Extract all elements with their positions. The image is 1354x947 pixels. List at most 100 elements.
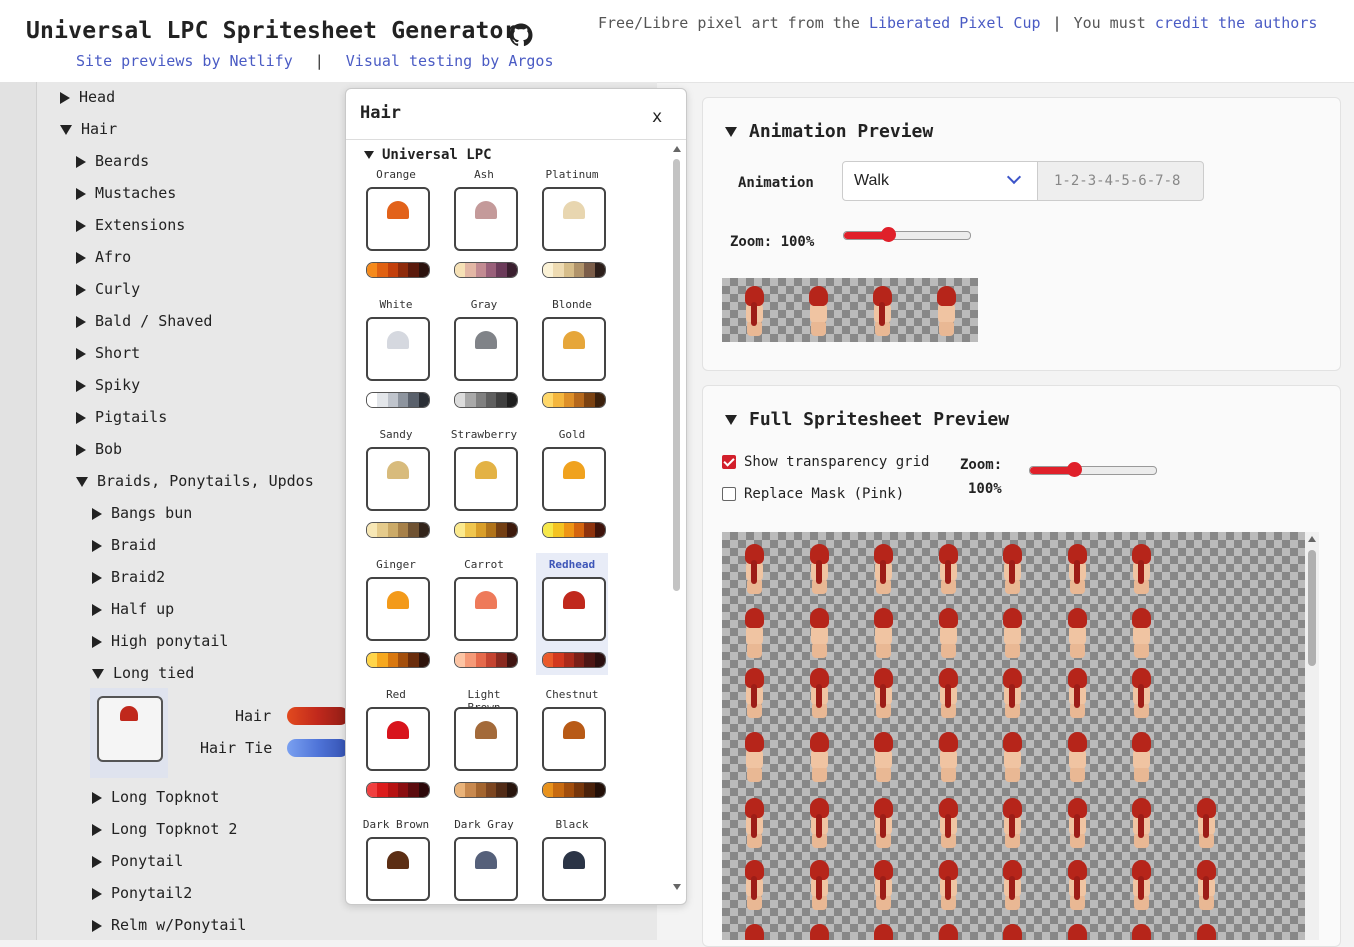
credit-authors-link[interactable]: credit the authors xyxy=(1155,14,1318,32)
tree-item[interactable]: Half up xyxy=(92,600,174,618)
hair-variant-carrot[interactable]: Carrot xyxy=(448,553,520,675)
hair-variant-black[interactable]: Black xyxy=(536,813,608,904)
tree-item[interactable]: Braids, Ponytails, Updos xyxy=(76,472,314,490)
hair-variant-orange[interactable]: Orange xyxy=(360,163,432,285)
palette-swatch xyxy=(475,523,486,537)
tree-item[interactable]: Spiky xyxy=(76,376,140,394)
scroll-up-icon[interactable] xyxy=(1308,536,1316,542)
character-sprite xyxy=(992,544,1032,598)
spritesheet-scrollbar[interactable] xyxy=(1305,532,1319,940)
hair-variant-light-brown[interactable]: Light Brown xyxy=(448,683,520,805)
universal-lpc-section-toggle[interactable]: Universal LPC xyxy=(364,147,492,163)
palette-swatch xyxy=(543,523,554,537)
hair-variant-red[interactable]: Red xyxy=(360,683,432,805)
tree-item[interactable]: Relm w/Ponytail xyxy=(92,916,246,934)
spritesheet-scrollbar-thumb[interactable] xyxy=(1308,550,1316,666)
animation-preview-toggle[interactable]: Animation Preview xyxy=(725,121,933,142)
dialog-close-button[interactable]: x xyxy=(652,107,662,127)
full-preview-toggle[interactable]: Full Spritesheet Preview xyxy=(725,409,1009,430)
tree-item[interactable]: Curly xyxy=(76,280,140,298)
hair-icon xyxy=(387,461,409,479)
triangle-right-icon xyxy=(76,155,86,168)
dialog-scrollbar-thumb[interactable] xyxy=(673,159,680,591)
tree-item[interactable]: Mustaches xyxy=(76,184,176,202)
tree-item[interactable]: High ponytail xyxy=(92,632,228,650)
hair-tie-color-swatch[interactable] xyxy=(287,739,349,757)
transparency-grid-label: Show transparency grid xyxy=(744,454,930,470)
triangle-right-icon xyxy=(92,507,102,520)
variant-name: Redhead xyxy=(548,558,596,571)
palette-swatch xyxy=(543,653,554,667)
dialog-scrollbar[interactable] xyxy=(670,144,684,894)
character-sprite xyxy=(863,732,903,786)
slider-knob[interactable] xyxy=(1067,462,1083,477)
triangle-down-icon xyxy=(92,668,104,679)
tree-item[interactable]: Extensions xyxy=(76,216,185,234)
spritesheet-zoom-slider[interactable] xyxy=(1029,462,1157,477)
scroll-down-icon[interactable] xyxy=(673,884,681,890)
hair-variant-ash[interactable]: Ash xyxy=(448,163,520,285)
tree-item[interactable]: Braid2 xyxy=(92,568,165,586)
hair-variant-dark-gray[interactable]: Dark Gray xyxy=(448,813,520,904)
hair-variant-white[interactable]: White xyxy=(360,293,432,415)
tree-item[interactable]: Long Topknot 2 xyxy=(92,820,237,838)
tree-item[interactable]: Long Topknot xyxy=(92,788,219,806)
triangle-right-icon xyxy=(76,315,86,328)
tree-item[interactable]: Bangs bun xyxy=(92,504,192,522)
tree-item[interactable]: Braid xyxy=(92,536,156,554)
animation-select[interactable]: Walk xyxy=(842,161,1038,201)
variant-name: White xyxy=(379,298,413,311)
tree-item[interactable]: Ponytail2 xyxy=(92,884,192,902)
character-sprite xyxy=(734,924,774,940)
tree-item[interactable]: Afro xyxy=(76,248,131,266)
hair-variant-ginger[interactable]: Ginger xyxy=(360,553,432,675)
palette-swatch xyxy=(553,393,564,407)
variant-thumb xyxy=(366,707,430,771)
hair-color-swatch[interactable] xyxy=(287,707,349,725)
lpc-link[interactable]: Liberated Pixel Cup xyxy=(869,14,1041,32)
replace-mask-checkbox[interactable] xyxy=(722,487,736,501)
variant-palette xyxy=(454,522,518,538)
scroll-up-icon[interactable] xyxy=(673,146,681,152)
selected-style-thumb[interactable] xyxy=(97,696,163,762)
github-icon[interactable] xyxy=(509,23,533,47)
palette-swatch xyxy=(496,263,507,277)
slider-knob[interactable] xyxy=(881,227,897,242)
hair-variant-platinum[interactable]: Platinum xyxy=(536,163,608,285)
character-sprite xyxy=(799,608,839,662)
variant-palette xyxy=(366,262,430,278)
palette-swatch xyxy=(506,393,517,407)
netlify-link[interactable]: Site previews by Netlify xyxy=(76,52,293,70)
variant-thumb xyxy=(366,577,430,641)
tree-item[interactable]: Head xyxy=(60,88,115,106)
hair-variant-gold[interactable]: Gold xyxy=(536,423,608,545)
animation-zoom-slider[interactable] xyxy=(843,227,971,242)
hair-variant-blonde[interactable]: Blonde xyxy=(536,293,608,415)
character-sprite xyxy=(863,608,903,662)
tree-item[interactable]: Bald / Shaved xyxy=(76,312,212,330)
hair-color-dialog: Hair x Universal LPC Orange Ash Platinum Wh… xyxy=(345,88,687,905)
hair-variant-chestnut[interactable]: Chestnut xyxy=(536,683,608,805)
argos-link[interactable]: Visual testing by Argos xyxy=(346,52,554,70)
hair-variant-dark-brown[interactable]: Dark Brown xyxy=(360,813,432,904)
palette-swatch xyxy=(475,263,486,277)
tree-item[interactable]: Pigtails xyxy=(76,408,167,426)
tree-item[interactable]: Bob xyxy=(76,440,122,458)
hair-variant-sandy[interactable]: Sandy xyxy=(360,423,432,545)
transparency-grid-checkbox[interactable] xyxy=(722,455,736,469)
tree-item[interactable]: Short xyxy=(76,344,140,362)
variant-thumb xyxy=(366,837,430,901)
hair-variant-redhead[interactable]: Redhead xyxy=(536,553,608,675)
site-header: Universal LPC Spritesheet Generator Site… xyxy=(0,0,1354,83)
palette-swatch xyxy=(594,783,605,797)
tree-item[interactable]: Hair xyxy=(60,120,117,138)
tree-item[interactable]: Beards xyxy=(76,152,149,170)
tree-item-label: Short xyxy=(95,344,141,362)
tree-item[interactable]: Ponytail xyxy=(92,852,183,870)
palette-swatch xyxy=(455,263,466,277)
hair-variant-strawberry[interactable]: Strawberry xyxy=(448,423,520,545)
variant-name: Red xyxy=(386,688,406,701)
variant-palette xyxy=(542,782,606,798)
hair-variant-gray[interactable]: Gray xyxy=(448,293,520,415)
tree-item[interactable]: Long tied xyxy=(92,664,194,682)
